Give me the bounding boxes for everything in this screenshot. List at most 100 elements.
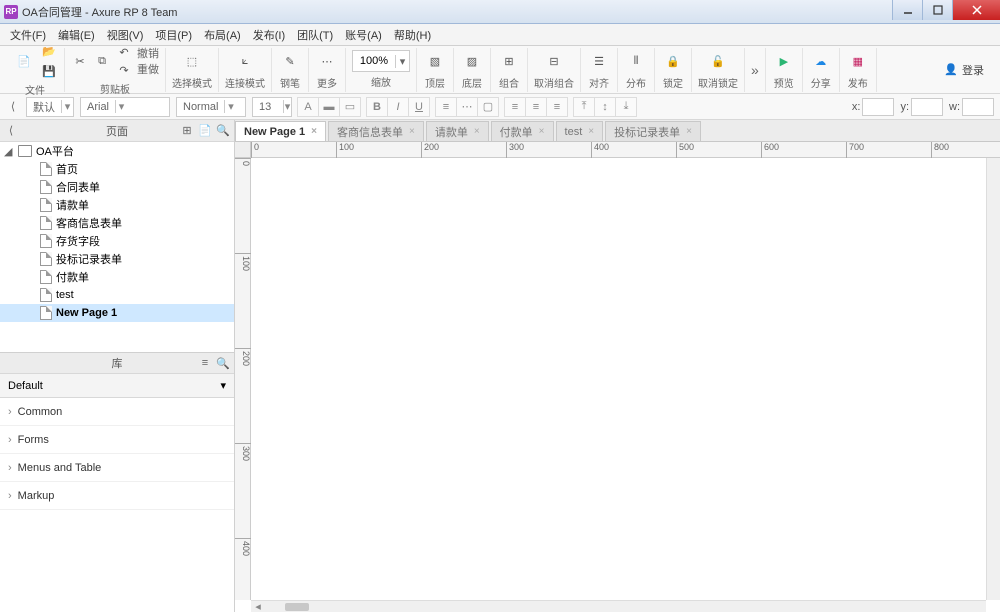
new-file-icon[interactable]: 📄 xyxy=(12,49,36,73)
document-tab[interactable]: test× xyxy=(556,121,604,141)
toolbar-expand[interactable]: » xyxy=(745,48,766,92)
border-style-button[interactable]: ⋯ xyxy=(456,97,478,117)
connect-mode-icon[interactable]: ⟀ xyxy=(233,49,257,73)
lib-search-icon[interactable]: 🔍 xyxy=(216,356,230,370)
zoom-control[interactable]: ▾ xyxy=(352,50,410,72)
menu-file[interactable]: 文件(F) xyxy=(4,27,52,43)
preview-icon[interactable]: ▶ xyxy=(772,49,796,73)
close-button[interactable] xyxy=(952,0,1000,20)
tab-close-icon[interactable]: × xyxy=(539,126,545,137)
document-tab[interactable]: New Page 1× xyxy=(235,121,326,141)
weight-combo[interactable]: Normal▾ xyxy=(176,97,246,117)
menu-team[interactable]: 团队(T) xyxy=(291,27,339,43)
library-category[interactable]: ›Menus and Table xyxy=(0,454,234,482)
tab-close-icon[interactable]: × xyxy=(588,126,594,137)
border-button[interactable]: ▭ xyxy=(339,97,361,117)
align-center-button[interactable]: ≡ xyxy=(525,97,547,117)
menu-project[interactable]: 项目(P) xyxy=(149,27,198,43)
border-width-button[interactable]: ≡ xyxy=(435,97,457,117)
canvas-surface[interactable] xyxy=(251,158,986,600)
tree-item[interactable]: 请款单 xyxy=(0,196,234,214)
italic-button[interactable]: I xyxy=(387,97,409,117)
menu-account[interactable]: 账号(A) xyxy=(339,27,388,43)
tree-root[interactable]: ◢ OA平台 xyxy=(0,142,234,160)
zoom-dropdown-icon[interactable]: ▾ xyxy=(395,55,409,68)
tree-item[interactable]: 存货字段 xyxy=(0,232,234,250)
bring-top-icon[interactable]: ▧ xyxy=(423,49,447,73)
align-left-button[interactable]: ≡ xyxy=(504,97,526,117)
group-icon[interactable]: ⊞ xyxy=(497,49,521,73)
menu-help[interactable]: 帮助(H) xyxy=(388,27,437,43)
add-page-icon[interactable]: 📄 xyxy=(198,124,212,138)
font-combo[interactable]: Arial▾ xyxy=(80,97,170,117)
text-color-button[interactable]: A xyxy=(297,97,319,117)
menu-view[interactable]: 视图(V) xyxy=(101,27,150,43)
minimize-button[interactable] xyxy=(892,0,922,20)
valign-mid-button[interactable]: ↕ xyxy=(594,97,616,117)
size-combo[interactable]: 13▾ xyxy=(252,97,292,117)
distribute-icon[interactable]: ⫴ xyxy=(624,49,648,73)
zoom-input[interactable] xyxy=(353,55,395,67)
send-bottom-icon[interactable]: ▨ xyxy=(460,49,484,73)
panel-collapse-icon[interactable]: ⟨ xyxy=(4,124,18,138)
save-icon[interactable]: 💾 xyxy=(40,62,58,80)
unlock-icon[interactable]: 🔓 xyxy=(706,49,730,73)
scroll-thumb[interactable] xyxy=(285,603,309,611)
tree-item[interactable]: New Page 1 xyxy=(0,304,234,322)
document-tab[interactable]: 付款单× xyxy=(491,121,554,141)
tree-item[interactable]: 合同表单 xyxy=(0,178,234,196)
w-input[interactable] xyxy=(962,98,994,116)
cut-icon[interactable]: ✂ xyxy=(71,52,89,70)
collapse-icon[interactable]: ◢ xyxy=(4,145,14,158)
tree-item[interactable]: 付款单 xyxy=(0,268,234,286)
menu-edit[interactable]: 编辑(E) xyxy=(52,27,101,43)
align-right-button[interactable]: ≡ xyxy=(546,97,568,117)
x-input[interactable] xyxy=(862,98,894,116)
add-folder-icon[interactable]: ⊞ xyxy=(180,124,194,138)
tab-close-icon[interactable]: × xyxy=(474,126,480,137)
select-mode-icon[interactable]: ⬚ xyxy=(180,49,204,73)
document-tab[interactable]: 投标记录表单× xyxy=(605,121,701,141)
underline-button[interactable]: U xyxy=(408,97,430,117)
library-category[interactable]: ›Forms xyxy=(0,426,234,454)
style-combo[interactable]: 默认▾ xyxy=(26,97,74,117)
fill-color-button[interactable]: ▬ xyxy=(318,97,340,117)
document-tab[interactable]: 请款单× xyxy=(426,121,489,141)
horizontal-scrollbar[interactable]: ◂ xyxy=(251,600,986,612)
library-category[interactable]: ›Common xyxy=(0,398,234,426)
library-category[interactable]: ›Markup xyxy=(0,482,234,510)
more-icon[interactable]: ⋯ xyxy=(315,49,339,73)
tree-item[interactable]: 客商信息表单 xyxy=(0,214,234,232)
tree-item[interactable]: 投标记录表单 xyxy=(0,250,234,268)
lock-icon[interactable]: 🔒 xyxy=(661,49,685,73)
redo-icon[interactable]: ↷ xyxy=(115,61,133,79)
login-button[interactable]: 👤 登录 xyxy=(934,62,994,78)
copy-icon[interactable]: ⧉ xyxy=(93,52,111,70)
canvas[interactable]: 0100200300400500600700800 0100200300400 … xyxy=(235,142,1000,612)
publish-icon[interactable]: ▦ xyxy=(846,49,870,73)
lib-menu-icon[interactable]: ≡ xyxy=(198,356,212,370)
format-collapse-icon[interactable]: ⟨ xyxy=(6,100,20,114)
y-input[interactable] xyxy=(911,98,943,116)
menu-publish[interactable]: 发布(I) xyxy=(247,27,291,43)
search-icon[interactable]: 🔍 xyxy=(216,124,230,138)
pen-icon[interactable]: ✎ xyxy=(278,49,302,73)
valign-top-button[interactable]: ⤒ xyxy=(573,97,595,117)
maximize-button[interactable] xyxy=(922,0,952,20)
scroll-left-icon[interactable]: ◂ xyxy=(251,600,265,612)
valign-bot-button[interactable]: ⤓ xyxy=(615,97,637,117)
border-side-button[interactable]: ▢ xyxy=(477,97,499,117)
undo-icon[interactable]: ↶ xyxy=(115,43,133,61)
share-icon[interactable]: ☁ xyxy=(809,49,833,73)
align-icon[interactable]: ☰ xyxy=(587,49,611,73)
library-selector[interactable]: Default ▾ xyxy=(0,374,234,398)
ungroup-icon[interactable]: ⊟ xyxy=(542,49,566,73)
tab-close-icon[interactable]: × xyxy=(686,126,692,137)
tab-close-icon[interactable]: × xyxy=(409,126,415,137)
open-icon[interactable]: 📂 xyxy=(40,42,58,60)
vertical-scrollbar[interactable] xyxy=(986,158,1000,600)
tree-item[interactable]: 首页 xyxy=(0,160,234,178)
menu-layout[interactable]: 布局(A) xyxy=(198,27,247,43)
document-tab[interactable]: 客商信息表单× xyxy=(328,121,424,141)
tab-close-icon[interactable]: × xyxy=(311,126,317,137)
